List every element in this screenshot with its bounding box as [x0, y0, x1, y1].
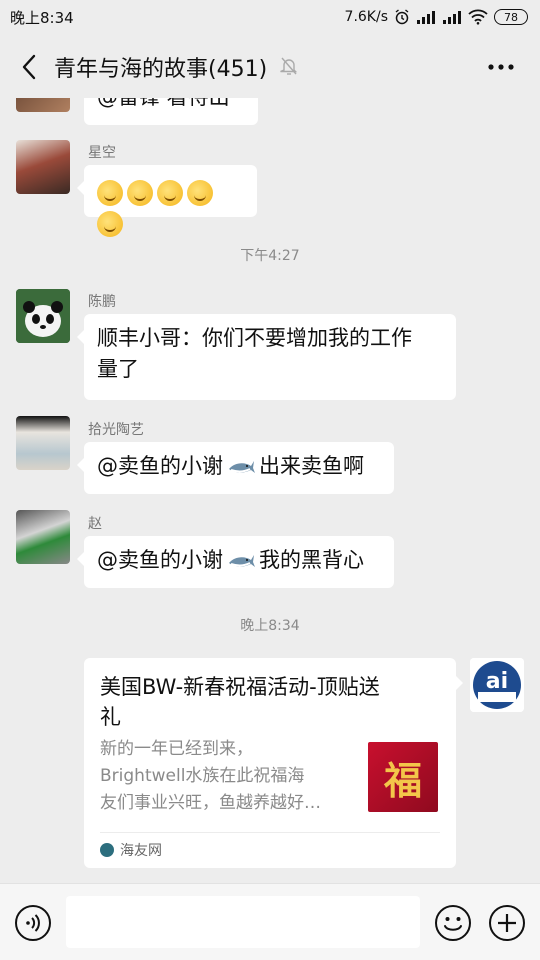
source-name: 海友网 — [120, 843, 162, 859]
card-source: 海友网 — [100, 840, 162, 860]
message-text: 出来卖鱼啊 — [259, 454, 364, 478]
avatar[interactable] — [16, 510, 70, 564]
shark-emoji-icon — [229, 461, 255, 473]
card-divider — [100, 832, 440, 833]
more-actions-button[interactable] — [488, 904, 526, 942]
card-desc-line1: 新的一年已经到来， — [100, 739, 253, 759]
voice-icon — [15, 905, 51, 941]
emoji-icon — [157, 180, 183, 206]
message-input[interactable] — [66, 896, 420, 948]
emoji-icon — [97, 211, 123, 237]
plus-icon — [489, 905, 525, 941]
signal-icon-2 — [443, 11, 461, 24]
avatar[interactable] — [16, 416, 70, 470]
sender-name: 赵 — [88, 516, 102, 532]
timestamp: 下午4:27 — [240, 248, 300, 264]
emoji-button[interactable] — [434, 904, 472, 942]
message-text: 我的黑背心 — [259, 548, 364, 572]
network-speed: 7.6K/s — [344, 9, 388, 25]
card-title-line2: 礼 — [100, 705, 121, 729]
input-bar — [0, 883, 540, 960]
panda-avatar-icon — [16, 289, 70, 343]
message-bubble[interactable] — [77, 165, 257, 237]
message-bubble[interactable]: @雷锋 看待出 — [84, 98, 258, 125]
emoji-icon — [97, 180, 123, 206]
chat-messages[interactable]: @雷锋 看待出 星空 下午4:27 陈鹏 顺丰小哥：你们不要增加我的工作 量了 … — [0, 98, 540, 883]
link-card[interactable]: 美国BW-新春祝福活动-顶贴送 礼 新的一年已经到来， Brightwell水族… — [84, 658, 463, 868]
message-text-line2: 量了 — [97, 357, 139, 381]
emoji-icon — [127, 180, 153, 206]
more-options-button[interactable] — [484, 52, 518, 82]
emoji-icon — [187, 180, 213, 206]
sender-name: 陈鹏 — [88, 294, 116, 310]
smiley-icon — [435, 905, 471, 941]
signal-icon-1 — [417, 11, 435, 24]
voice-button[interactable] — [14, 904, 52, 942]
avatar[interactable] — [16, 140, 70, 194]
my-avatar[interactable]: ai — [470, 658, 524, 712]
chevron-left-icon — [22, 54, 36, 80]
card-title: 美国BW-新春祝福活动-顶贴送 礼 — [100, 672, 440, 732]
back-button[interactable] — [14, 50, 44, 84]
status-time: 晚上8:34 — [10, 8, 74, 27]
mention-text: @卖鱼的小谢 — [97, 548, 223, 572]
battery-level: 78 — [504, 10, 518, 24]
card-desc-line3: 友们事业兴旺，鱼越养越好… — [100, 793, 321, 813]
wifi-icon — [468, 9, 488, 25]
mute-bell-icon — [280, 57, 298, 75]
status-bar: 晚上8:34 7.6K/s 78 — [0, 0, 540, 34]
shark-emoji-icon — [229, 555, 255, 567]
sender-name: 星空 — [88, 145, 116, 161]
ai-logo-icon: ai — [470, 658, 524, 712]
page-title: 青年与海的故事(451) — [54, 57, 268, 82]
avatar[interactable] — [16, 98, 70, 112]
status-icons: 7.6K/s 78 — [345, 9, 528, 25]
card-thumbnail: 福 — [368, 742, 438, 812]
mention-text: @卖鱼的小谢 — [97, 454, 223, 478]
message-text: @雷锋 看待出 — [97, 98, 230, 109]
timestamp: 晚上8:34 — [240, 618, 300, 634]
message-bubble[interactable]: @卖鱼的小谢 出来卖鱼啊 — [77, 442, 394, 494]
chat-header: 青年与海的故事(451) — [0, 34, 540, 98]
thumbnail-glyph: 福 — [383, 757, 422, 803]
card-title-line1: 美国BW-新春祝福活动-顶贴送 — [100, 675, 380, 699]
card-description: 新的一年已经到来， Brightwell水族在此祝福海 友们事业兴旺，鱼越养越好… — [100, 736, 356, 817]
card-desc-line2: Brightwell水族在此祝福海 — [100, 766, 305, 786]
alarm-icon — [395, 9, 409, 25]
avatar[interactable] — [16, 289, 70, 343]
message-bubble[interactable]: @卖鱼的小谢 我的黑背心 — [77, 536, 394, 588]
more-icon — [488, 64, 514, 70]
svg-text:ai: ai — [486, 669, 508, 694]
sender-name: 拾光陶艺 — [88, 422, 144, 438]
battery-icon: 78 — [494, 9, 528, 25]
message-text-line1: 顺丰小哥：你们不要增加我的工作 — [97, 326, 412, 350]
source-logo-icon — [100, 843, 114, 857]
message-bubble[interactable]: 顺丰小哥：你们不要增加我的工作 量了 — [77, 314, 456, 400]
